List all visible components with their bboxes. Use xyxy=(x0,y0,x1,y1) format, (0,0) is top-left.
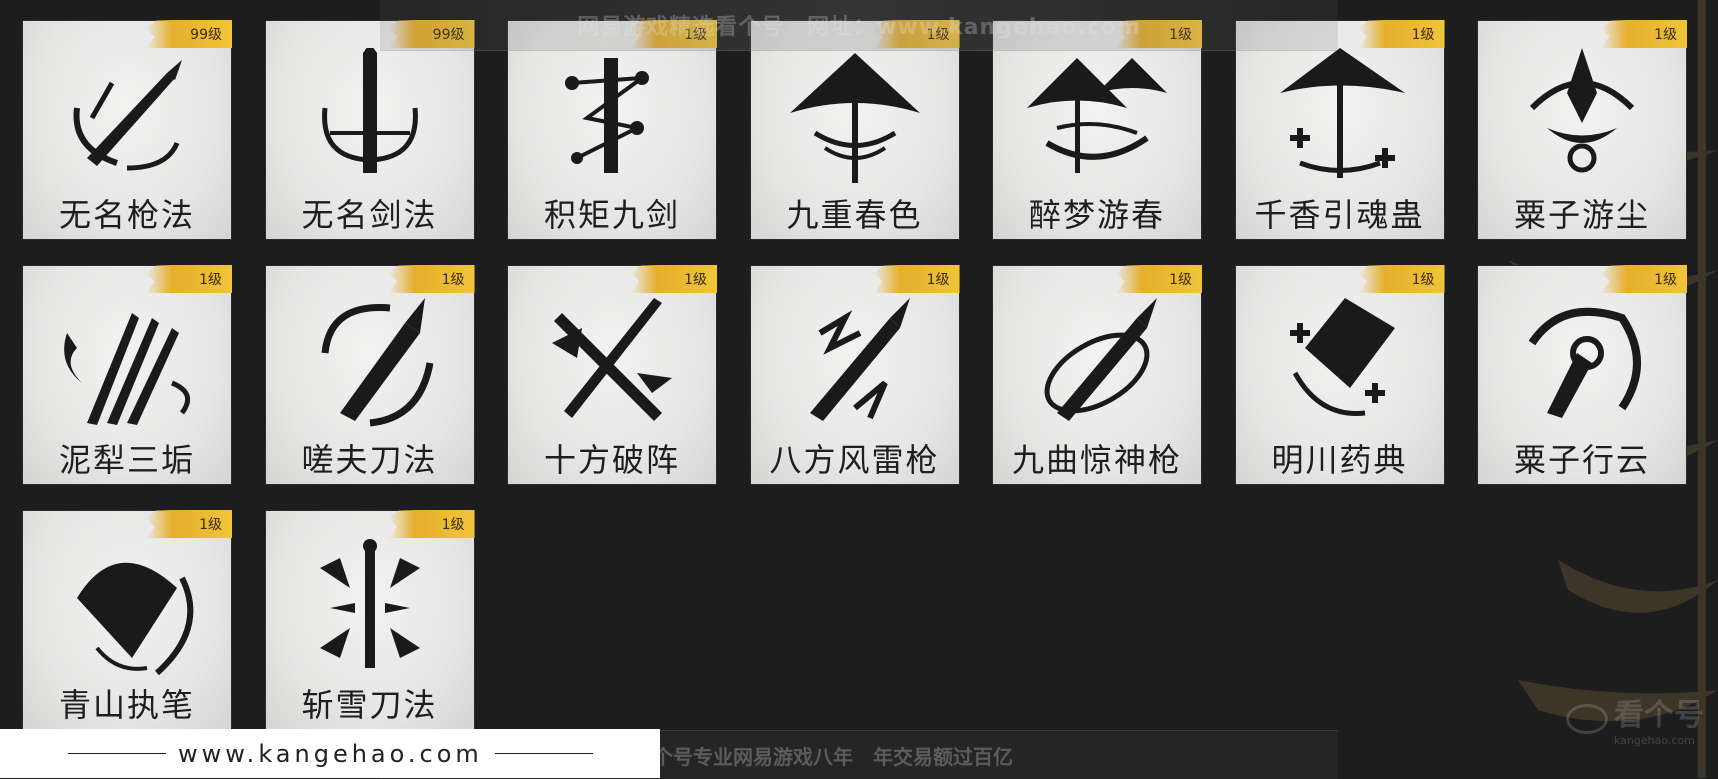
divider-line-left xyxy=(68,753,166,754)
skill-card[interactable]: 1级泥犁三垢 xyxy=(22,265,232,485)
site-url-bar: www.kangehao.com xyxy=(0,729,660,778)
skill-name: 嗟夫刀法 xyxy=(301,441,438,479)
skill-card[interactable]: 1级积矩九剑 xyxy=(507,20,717,240)
skill-name: 无名剑法 xyxy=(301,196,438,234)
skill-card[interactable]: 1级十方破阵 xyxy=(507,265,717,485)
level-text: 1级 xyxy=(926,272,950,288)
skill-name: 十方破阵 xyxy=(543,441,680,479)
skill-card[interactable]: 1级粟子行云 xyxy=(1477,265,1687,485)
level-badge: 1级 xyxy=(1358,265,1445,293)
blade-circle-icon xyxy=(321,298,433,427)
dart-vortex-icon xyxy=(1529,48,1635,173)
skill-card[interactable]: 99级无名枪法 xyxy=(22,20,232,240)
skill-name: 粟子行云 xyxy=(1513,441,1650,479)
level-text: 1级 xyxy=(441,517,465,533)
logo-subtext: kangehao.com xyxy=(1614,734,1695,747)
skill-card[interactable]: 1级斩雪刀法 xyxy=(264,510,475,730)
skill-name: 积矩九剑 xyxy=(543,196,680,234)
skill-card[interactable]: 1级九重春色 xyxy=(749,20,960,240)
level-text: 1级 xyxy=(441,272,465,288)
triple-blade-flame-icon xyxy=(64,313,191,425)
skill-card[interactable]: 1级青山执笔 xyxy=(22,510,232,730)
level-text: 99级 xyxy=(190,27,222,43)
level-text: 1级 xyxy=(1411,27,1435,43)
skill-card[interactable]: 1级八方风雷枪 xyxy=(749,265,960,485)
skill-name: 粟子游尘 xyxy=(1513,196,1650,234)
level-badge: 1级 xyxy=(1601,20,1687,48)
level-badge: 1级 xyxy=(1601,265,1687,293)
dart-crescent-icon xyxy=(1528,307,1641,418)
skill-name: 泥犁三垢 xyxy=(58,441,195,479)
double-umbrella-icon xyxy=(1027,58,1167,173)
skill-name: 九曲惊神枪 xyxy=(1011,441,1182,479)
skill-grid: 99级无名枪法99级无名剑法1级积矩九剑1级九重春色1级醉梦游春1级千香引魂蛊1… xyxy=(22,20,1687,730)
skill-card[interactable]: 1级千香引魂蛊 xyxy=(1234,20,1445,240)
level-badge: 99级 xyxy=(146,20,232,48)
skill-card[interactable]: 1级九曲惊神枪 xyxy=(992,265,1202,485)
fan-wind-icon xyxy=(77,562,194,676)
umbrella-spiral-icon xyxy=(789,53,920,183)
level-text: 1级 xyxy=(684,272,707,288)
watermark-slogan: 看个号专业网易游戏八年 年交易额过百亿 xyxy=(633,744,1013,769)
spear-swirl-icon xyxy=(73,60,182,171)
watermark-top-text: 网易游戏精选看个号 网址：www.kangehao.com xyxy=(577,15,1141,40)
level-badge: 1级 xyxy=(1116,265,1202,293)
skill-name: 千香引魂蛊 xyxy=(1254,196,1425,234)
level-text: 1级 xyxy=(1411,272,1435,288)
logo-text: 看个号 xyxy=(1614,698,1704,733)
level-badge: 1级 xyxy=(388,265,475,293)
level-badge: 1级 xyxy=(1358,20,1445,48)
sword-constellation-icon xyxy=(565,58,649,173)
skill-card[interactable]: 99级无名剑法 xyxy=(264,20,475,240)
lightning-spear-icon xyxy=(809,298,910,421)
sword-ring-icon xyxy=(321,48,418,173)
skill-card[interactable]: 1级粟子游尘 xyxy=(1477,20,1687,240)
crossed-swords-icon xyxy=(552,298,672,421)
divider-line-right xyxy=(494,753,593,754)
skill-card[interactable]: 1级嗟夫刀法 xyxy=(264,265,475,485)
skill-name: 斩雪刀法 xyxy=(301,686,438,724)
level-text: 1级 xyxy=(1654,272,1677,288)
fan-plus-icon xyxy=(1289,298,1395,416)
skill-card[interactable]: 1级明川药典 xyxy=(1234,265,1445,485)
watermark-logo: 看个号 kangehao.com xyxy=(1566,690,1704,747)
level-text: 1级 xyxy=(199,272,222,288)
umbrella-plus-icon xyxy=(1279,48,1405,178)
skill-name: 明川药典 xyxy=(1271,441,1408,479)
level-badge: 1级 xyxy=(631,265,717,293)
skill-name: 八方风雷枪 xyxy=(769,441,940,479)
skill-name: 青山执笔 xyxy=(58,686,195,724)
level-badge: 1级 xyxy=(388,510,475,538)
eye-logo-icon xyxy=(1566,703,1608,734)
sword-arrows-icon xyxy=(319,539,420,668)
watermark-top-banner: 网易游戏精选看个号 网址：www.kangehao.com xyxy=(380,0,1338,51)
skill-name: 无名枪法 xyxy=(58,196,195,234)
level-text: 1级 xyxy=(1654,27,1677,43)
level-text: 1级 xyxy=(1169,272,1192,288)
spear-orbit-icon xyxy=(1044,298,1157,421)
level-badge: 1级 xyxy=(146,265,232,293)
site-url: www.kangehao.com xyxy=(178,739,483,768)
skill-card[interactable]: 1级醉梦游春 xyxy=(992,20,1202,240)
level-text: 1级 xyxy=(199,517,222,533)
skill-name: 醉梦游春 xyxy=(1028,196,1165,234)
level-badge: 1级 xyxy=(146,510,232,538)
skill-name: 九重春色 xyxy=(786,196,923,234)
level-badge: 1级 xyxy=(873,265,960,293)
